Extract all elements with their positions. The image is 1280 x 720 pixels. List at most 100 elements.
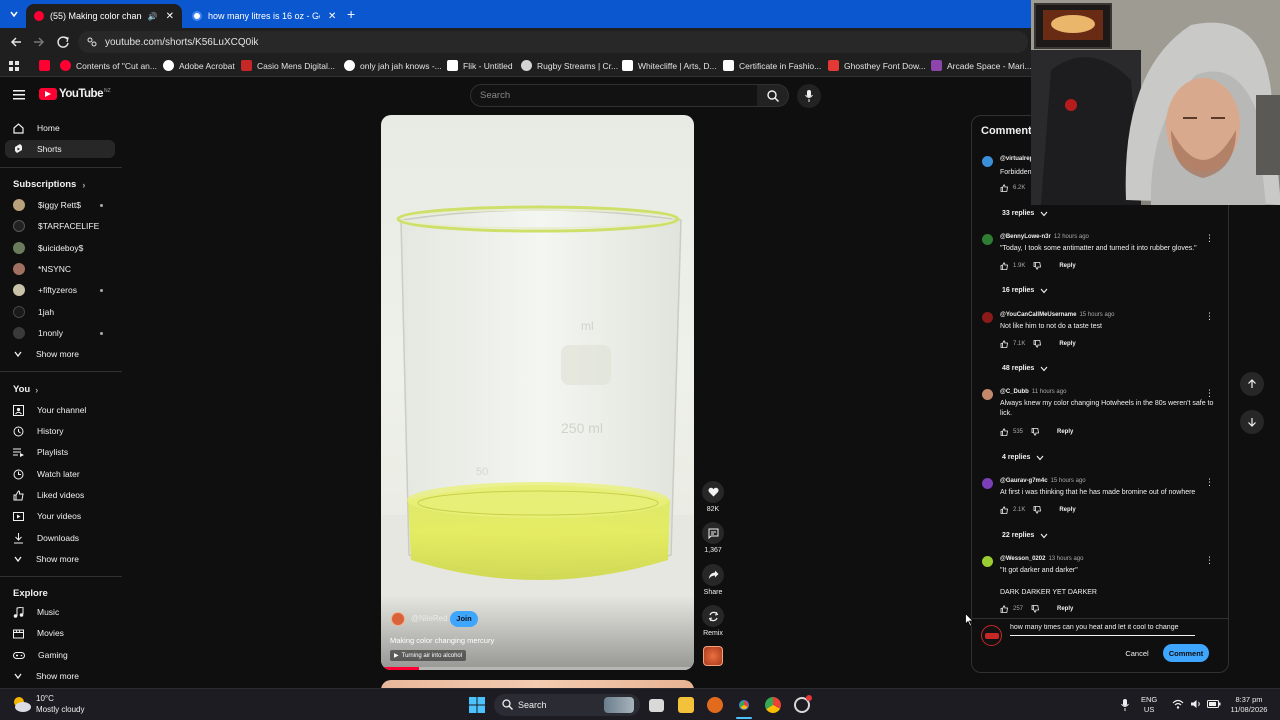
- cancel-button[interactable]: Cancel: [1119, 645, 1155, 661]
- sidebar-item-subscription[interactable]: $TARFACELIFE: [5, 217, 115, 235]
- bookmark-youtube-icon[interactable]: [39, 60, 55, 71]
- sidebar-item-your-channel[interactable]: Your channel: [5, 401, 115, 419]
- menu-icon[interactable]: [13, 90, 25, 100]
- apps-grid-icon[interactable]: [9, 61, 19, 71]
- more-options-icon[interactable]: ⋮: [1205, 556, 1214, 565]
- replies-toggle[interactable]: 4 replies: [1002, 454, 1044, 461]
- chrome-icon[interactable]: [765, 697, 781, 713]
- volume-icon[interactable]: [1190, 699, 1202, 709]
- avatar[interactable]: [982, 156, 993, 167]
- comments-button[interactable]: 1,367: [701, 522, 725, 554]
- bookmark-item[interactable]: Flik - Untitled: [447, 60, 513, 71]
- sidebar-item-subscription[interactable]: +fiftyzeros: [5, 281, 115, 299]
- reload-icon[interactable]: [56, 35, 70, 49]
- thumbs-up-icon[interactable]: [1000, 506, 1008, 514]
- you-heading[interactable]: You ›: [13, 384, 38, 395]
- sidebar-item-history[interactable]: History: [5, 422, 115, 440]
- language-indicator[interactable]: ENG US: [1141, 695, 1157, 715]
- like-button[interactable]: 82K: [701, 481, 725, 513]
- weather-widget[interactable]: 10°C Mostly cloudy: [10, 693, 84, 715]
- thumbs-up-icon[interactable]: [1000, 262, 1008, 270]
- thumbs-up-icon[interactable]: [1000, 605, 1008, 613]
- sidebar-item-liked-videos[interactable]: Liked videos: [5, 486, 115, 504]
- start-button[interactable]: [469, 697, 485, 713]
- reply-button[interactable]: Reply: [1059, 263, 1075, 269]
- video-title[interactable]: Making color changing mercury: [390, 636, 494, 645]
- tab-search-icon[interactable]: [8, 8, 20, 20]
- taskbar-search[interactable]: Search: [494, 694, 640, 716]
- avatar[interactable]: [982, 389, 993, 400]
- submit-comment-button[interactable]: Comment: [1163, 644, 1209, 662]
- bookmark-item[interactable]: only jah jah knows -...: [344, 60, 442, 71]
- comment-author[interactable]: @Gaurav-g7m4c 15 hours ago: [1000, 478, 1086, 484]
- tab-google[interactable]: how many litres is 16 oz - Goog ✕: [184, 4, 346, 28]
- more-options-icon[interactable]: ⋮: [1205, 478, 1214, 487]
- thumbs-down-icon[interactable]: [1033, 262, 1042, 270]
- bookmark-item[interactable]: Contents of "Cut an...: [60, 60, 157, 71]
- youtube-logo[interactable]: YouTube NZ: [39, 88, 111, 100]
- forward-icon[interactable]: [32, 35, 46, 49]
- related-video-chip[interactable]: ▶ Turning air into alcohol: [390, 650, 467, 661]
- sidebar-item-subscription[interactable]: *NSYNC: [5, 260, 115, 278]
- more-options-icon[interactable]: ⋮: [1205, 389, 1214, 398]
- comment-author[interactable]: @YouCanCallMeUsername 15 hours ago: [1000, 312, 1114, 318]
- file-explorer-icon[interactable]: [678, 697, 694, 713]
- battery-icon[interactable]: [1207, 700, 1221, 708]
- close-tab-icon[interactable]: ✕: [328, 11, 336, 22]
- bookmark-item[interactable]: Arcade Space - Mari...: [931, 60, 1032, 71]
- subscriptions-heading[interactable]: Subscriptions ›: [13, 179, 85, 190]
- avatar[interactable]: [982, 478, 993, 489]
- bookmark-item[interactable]: Whitecliffe | Arts, D...: [622, 60, 717, 71]
- sidebar-item-gaming[interactable]: Gaming: [5, 646, 115, 664]
- thumbs-down-icon[interactable]: [1033, 506, 1042, 514]
- microphone-icon[interactable]: [1121, 699, 1129, 711]
- avatar[interactable]: [982, 556, 993, 567]
- progress-track[interactable]: [381, 667, 694, 670]
- bookmark-item[interactable]: Rugby Streams | Cr...: [521, 60, 618, 71]
- thumbs-up-icon[interactable]: [1000, 428, 1008, 436]
- back-icon[interactable]: [9, 35, 23, 49]
- thumbs-up-icon[interactable]: [1000, 184, 1008, 192]
- sidebar-item-subscription[interactable]: $iggy Rett$: [5, 196, 115, 214]
- voice-search-button[interactable]: [797, 84, 821, 108]
- thumbs-up-icon[interactable]: [1000, 340, 1008, 348]
- search-input[interactable]: Search: [470, 84, 758, 107]
- replies-toggle[interactable]: 16 replies: [1002, 287, 1048, 294]
- reply-button[interactable]: Reply: [1057, 606, 1073, 612]
- comment-input[interactable]: how many times can you heat and let it c…: [1010, 624, 1195, 636]
- avatar[interactable]: [982, 234, 993, 245]
- sound-avatar[interactable]: [703, 646, 723, 666]
- user-avatar[interactable]: [981, 625, 1002, 646]
- show-more-button[interactable]: Show more: [5, 550, 115, 568]
- wifi-icon[interactable]: [1172, 699, 1184, 709]
- avatar[interactable]: [982, 312, 993, 323]
- comment-author[interactable]: @C_Dubb 11 hours ago: [1000, 389, 1066, 395]
- sidebar-item-shorts[interactable]: Shorts: [5, 140, 115, 158]
- url-field[interactable]: youtube.com/shorts/K56LuXCQ0ik: [78, 31, 1028, 53]
- search-button[interactable]: [757, 84, 789, 107]
- reply-button[interactable]: Reply: [1059, 507, 1075, 513]
- comment-author[interactable]: @Wesson_0202 13 hours ago: [1000, 556, 1083, 562]
- task-view-icon[interactable]: [649, 699, 664, 712]
- sidebar-item-music[interactable]: Music: [5, 603, 115, 621]
- sidebar-item-subscription[interactable]: $uicideboy$: [5, 239, 115, 257]
- clock[interactable]: 8:37 pm 11/08/2026: [1228, 695, 1270, 715]
- replies-toggle[interactable]: 48 replies: [1002, 365, 1048, 372]
- bookmark-item[interactable]: Casio Mens Digital...: [241, 60, 335, 71]
- replies-toggle[interactable]: 22 replies: [1002, 532, 1048, 539]
- sidebar-item-downloads[interactable]: Downloads: [5, 529, 115, 547]
- thumbs-down-icon[interactable]: [1031, 428, 1039, 436]
- bookmark-item[interactable]: Ghosthey Font Dow...: [828, 60, 926, 71]
- new-tab-icon[interactable]: +: [347, 6, 355, 22]
- more-options-icon[interactable]: ⋮: [1205, 312, 1214, 321]
- sidebar-item-subscription[interactable]: 1nonly: [5, 324, 115, 342]
- sidebar-item-playlists[interactable]: Playlists: [5, 443, 115, 461]
- reply-button[interactable]: Reply: [1057, 429, 1073, 435]
- thumbs-down-icon[interactable]: [1031, 605, 1039, 613]
- shield-app-icon[interactable]: [707, 697, 723, 713]
- sidebar-item-watch-later[interactable]: Watch later: [5, 465, 115, 483]
- show-more-button[interactable]: Show more: [5, 345, 115, 363]
- sidebar-item-home[interactable]: Home: [5, 119, 115, 137]
- reply-button[interactable]: Reply: [1059, 341, 1075, 347]
- show-more-button[interactable]: Show more: [5, 667, 115, 685]
